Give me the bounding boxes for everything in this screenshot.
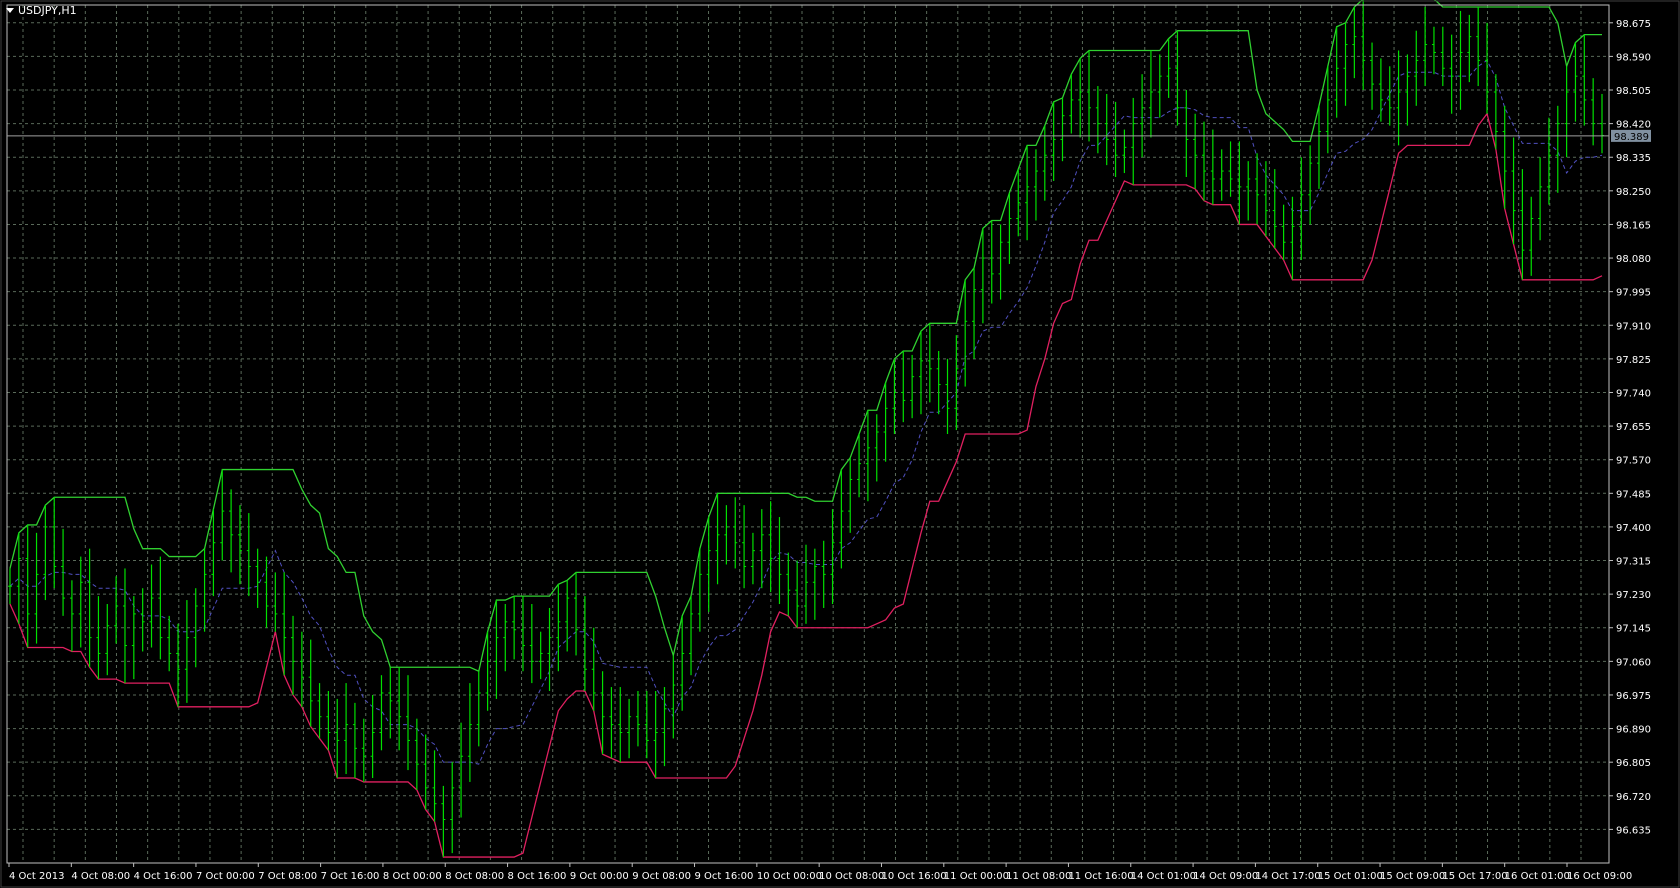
x-tick-label: 4 Oct 08:00 (71, 871, 130, 882)
x-tick-label: 4 Oct 2013 (9, 871, 64, 882)
y-tick-label: 98.080 (1616, 254, 1651, 265)
plot-background (0, 0, 1680, 888)
y-tick-label: 97.400 (1616, 523, 1651, 534)
y-tick-label: 97.230 (1616, 590, 1651, 601)
y-tick-label: 96.720 (1616, 792, 1651, 803)
y-tick-label: 98.420 (1616, 120, 1651, 131)
chart-window[interactable]: 98.675 98.590 98.505 98.420 98.335 98.250 98.1… (0, 0, 1680, 888)
y-tick-label: 98.590 (1616, 52, 1651, 63)
x-tick-label: 9 Oct 16:00 (695, 871, 754, 882)
x-tick-label: 11 Oct 00:00 (944, 871, 1009, 882)
y-tick-label: 97.655 (1616, 422, 1651, 433)
x-tick-label: 10 Oct 00:00 (757, 871, 822, 882)
x-tick-label: 9 Oct 08:00 (632, 871, 691, 882)
x-tick-label: 15 Oct 09:00 (1380, 871, 1445, 882)
x-tick-label: 11 Oct 16:00 (1068, 871, 1133, 882)
x-tick-label: 7 Oct 16:00 (321, 871, 380, 882)
x-tick-label: 7 Oct 00:00 (196, 871, 255, 882)
y-tick-label: 97.995 (1616, 288, 1651, 299)
y-tick-label: 96.890 (1616, 725, 1651, 736)
symbol-timeframe-label: USDJPY,H1 (18, 3, 77, 17)
y-tick-label: 98.675 (1616, 19, 1651, 30)
x-tick-label: 4 Oct 16:00 (134, 871, 193, 882)
chart-title[interactable]: USDJPY,H1 (6, 3, 77, 17)
x-tick-label: 9 Oct 00:00 (570, 871, 629, 882)
x-tick-label: 15 Oct 17:00 (1442, 871, 1507, 882)
x-tick-label: 8 Oct 08:00 (445, 871, 504, 882)
y-tick-label: 98.505 (1616, 86, 1651, 97)
x-tick-label: 7 Oct 08:00 (258, 871, 317, 882)
y-tick-label: 97.145 (1616, 624, 1651, 635)
y-tick-label: 97.570 (1616, 456, 1651, 467)
x-tick-label: 16 Oct 09:00 (1567, 871, 1632, 882)
y-tick-label: 96.635 (1616, 825, 1651, 836)
x-tick-label: 14 Oct 09:00 (1193, 871, 1258, 882)
x-tick-label: 11 Oct 08:00 (1006, 871, 1071, 882)
x-tick-label: 8 Oct 00:00 (383, 871, 442, 882)
chart-canvas[interactable]: 98.675 98.590 98.505 98.420 98.335 98.250 98.1… (0, 0, 1680, 888)
y-tick-label: 96.975 (1616, 691, 1651, 702)
y-tick-label: 97.740 (1616, 388, 1651, 399)
y-tick-label: 97.910 (1616, 321, 1651, 332)
y-tick-label: 97.825 (1616, 355, 1651, 366)
x-tick-label: 15 Oct 01:00 (1318, 871, 1383, 882)
x-tick-label: 8 Oct 16:00 (508, 871, 567, 882)
x-tick-label: 10 Oct 16:00 (881, 871, 946, 882)
x-tick-label: 14 Oct 01:00 (1131, 871, 1196, 882)
x-tick-label: 14 Oct 17:00 (1255, 871, 1320, 882)
y-tick-label: 98.165 (1616, 220, 1651, 231)
x-tick-label: 16 Oct 01:00 (1505, 871, 1570, 882)
price-tag-label: 98.389 (1614, 132, 1649, 143)
x-tick-label: 10 Oct 08:00 (819, 871, 884, 882)
y-tick-label: 97.060 (1616, 657, 1651, 668)
y-tick-label: 97.315 (1616, 557, 1651, 568)
y-tick-label: 98.335 (1616, 153, 1651, 164)
y-tick-label: 97.485 (1616, 489, 1651, 500)
y-tick-label: 96.805 (1616, 758, 1651, 769)
chevron-down-icon[interactable] (6, 8, 14, 13)
y-tick-label: 98.250 (1616, 187, 1651, 198)
